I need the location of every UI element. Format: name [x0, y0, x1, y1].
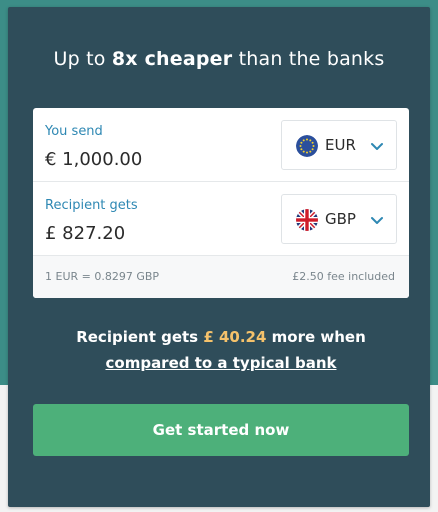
send-amount-input[interactable]	[45, 146, 265, 172]
savings-prefix: Recipient gets	[76, 328, 199, 346]
send-currency-select[interactable]: EUR	[281, 120, 397, 170]
headline-prefix: Up to	[53, 48, 106, 70]
receive-currency-code: GBP	[325, 210, 356, 228]
receive-amount-input[interactable]	[45, 220, 265, 246]
get-started-button[interactable]: Get started now	[33, 404, 409, 456]
exchange-rate-text: 1 EUR = 0.8297 GBP	[45, 270, 160, 283]
converter-card: You send € 1,000.00 EUR Recipient gets £…	[33, 108, 409, 298]
headline-emphasis: 8x cheaper	[111, 48, 233, 70]
compare-bank-link[interactable]: compared to a typical bank	[106, 354, 337, 372]
headline-suffix: than the banks	[238, 48, 385, 70]
chevron-down-icon	[370, 138, 384, 152]
eu-flag-icon	[296, 135, 318, 157]
send-currency-code: EUR	[325, 136, 356, 154]
rate-info-row: 1 EUR = 0.8297 GBP £2.50 fee included	[33, 256, 409, 298]
savings-middle: more when	[271, 328, 366, 346]
send-row: You send € 1,000.00 EUR	[33, 108, 409, 182]
receive-label: Recipient gets	[45, 198, 138, 213]
chevron-down-icon	[370, 212, 384, 226]
receive-currency-select[interactable]: GBP	[281, 194, 397, 244]
savings-message: Recipient gets £ 40.24 more when compare…	[33, 324, 409, 376]
headline: Up to 8x cheaper than the banks	[0, 48, 438, 70]
uk-flag-icon	[296, 209, 318, 231]
savings-amount: £ 40.24	[203, 328, 267, 346]
send-label: You send	[45, 124, 103, 139]
receive-row: Recipient gets GBP	[33, 182, 409, 256]
fee-text: £2.50 fee included	[292, 270, 395, 283]
